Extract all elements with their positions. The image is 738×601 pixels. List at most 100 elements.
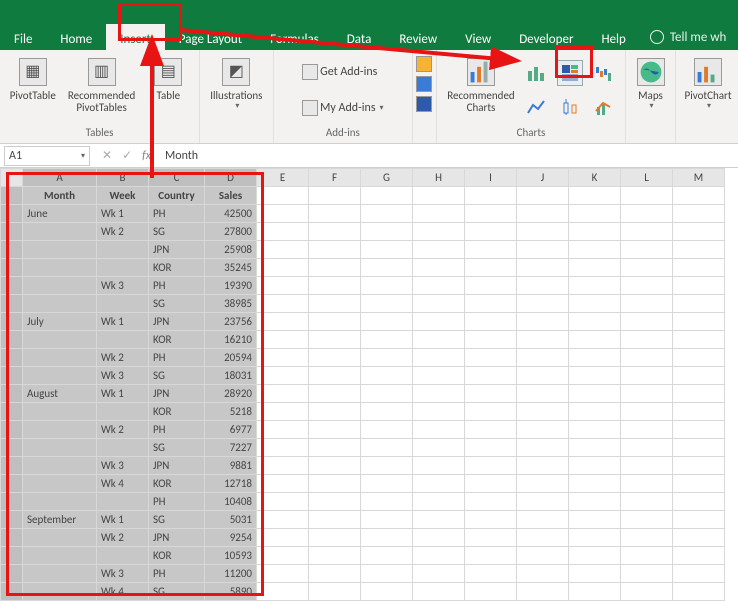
- tab-home[interactable]: Home: [46, 24, 106, 50]
- formula-bar[interactable]: Month: [161, 149, 738, 163]
- cell[interactable]: SG: [149, 223, 205, 241]
- cell[interactable]: [309, 313, 361, 331]
- row-header[interactable]: [1, 331, 23, 349]
- cell[interactable]: [257, 511, 309, 529]
- cell[interactable]: [673, 421, 725, 439]
- cell[interactable]: 5218: [205, 403, 257, 421]
- col-header-I[interactable]: I: [465, 169, 517, 187]
- cell[interactable]: [257, 367, 309, 385]
- cell[interactable]: [465, 241, 517, 259]
- cell[interactable]: [97, 241, 149, 259]
- cell[interactable]: [465, 493, 517, 511]
- cell[interactable]: 18031: [205, 367, 257, 385]
- cell[interactable]: 6977: [205, 421, 257, 439]
- cell[interactable]: PH: [149, 565, 205, 583]
- cell[interactable]: [569, 403, 621, 421]
- cell[interactable]: PH: [149, 277, 205, 295]
- cell[interactable]: [413, 313, 465, 331]
- cell[interactable]: Wk 3: [97, 457, 149, 475]
- line-chart-button[interactable]: [523, 94, 549, 120]
- cell[interactable]: [673, 349, 725, 367]
- cell[interactable]: [97, 493, 149, 511]
- row-header[interactable]: [1, 529, 23, 547]
- cell[interactable]: [413, 547, 465, 565]
- cell[interactable]: [465, 439, 517, 457]
- tab-help[interactable]: Help: [587, 24, 639, 50]
- cell[interactable]: [569, 223, 621, 241]
- cell[interactable]: [621, 529, 673, 547]
- cell[interactable]: KOR: [149, 547, 205, 565]
- cell[interactable]: [621, 511, 673, 529]
- cell[interactable]: [361, 547, 413, 565]
- cell[interactable]: KOR: [149, 403, 205, 421]
- row-header[interactable]: [1, 403, 23, 421]
- cell[interactable]: [621, 367, 673, 385]
- cell[interactable]: 20594: [205, 349, 257, 367]
- cell[interactable]: Country: [149, 187, 205, 205]
- cell[interactable]: [361, 493, 413, 511]
- cell[interactable]: [309, 259, 361, 277]
- cell[interactable]: [361, 187, 413, 205]
- cell[interactable]: Month: [23, 187, 97, 205]
- row-header[interactable]: [1, 223, 23, 241]
- cell[interactable]: [361, 367, 413, 385]
- cell[interactable]: [309, 493, 361, 511]
- cell[interactable]: [361, 295, 413, 313]
- row-header[interactable]: [1, 439, 23, 457]
- cell[interactable]: Wk 3: [97, 277, 149, 295]
- cell[interactable]: [465, 385, 517, 403]
- cell[interactable]: [23, 403, 97, 421]
- cell[interactable]: [569, 313, 621, 331]
- row-header[interactable]: [1, 241, 23, 259]
- cell[interactable]: August: [23, 385, 97, 403]
- cell[interactable]: [621, 259, 673, 277]
- cell[interactable]: [23, 223, 97, 241]
- cell[interactable]: [621, 331, 673, 349]
- cell[interactable]: [517, 439, 569, 457]
- cell[interactable]: [309, 475, 361, 493]
- cell[interactable]: [23, 331, 97, 349]
- pivotchart-button[interactable]: PivotChart ▾: [681, 54, 736, 115]
- cell[interactable]: [23, 565, 97, 583]
- cell[interactable]: [569, 457, 621, 475]
- cell[interactable]: Week: [97, 187, 149, 205]
- recommended-pivottables-button[interactable]: ▥ Recommended PivotTables: [64, 54, 139, 118]
- cell[interactable]: 42500: [205, 205, 257, 223]
- cell[interactable]: SG: [149, 439, 205, 457]
- cell[interactable]: Wk 1: [97, 511, 149, 529]
- cell[interactable]: [413, 439, 465, 457]
- cell[interactable]: [621, 547, 673, 565]
- waterfall-chart-button[interactable]: [591, 60, 617, 86]
- cell[interactable]: 10408: [205, 493, 257, 511]
- cell[interactable]: [413, 421, 465, 439]
- cell[interactable]: 19390: [205, 277, 257, 295]
- cell[interactable]: [517, 511, 569, 529]
- cell[interactable]: [465, 511, 517, 529]
- cell[interactable]: Wk 2: [97, 349, 149, 367]
- col-header-E[interactable]: E: [257, 169, 309, 187]
- cell[interactable]: [673, 385, 725, 403]
- col-header-D[interactable]: D: [205, 169, 257, 187]
- cell[interactable]: [621, 457, 673, 475]
- cell[interactable]: [621, 475, 673, 493]
- cell[interactable]: [621, 403, 673, 421]
- cell[interactable]: [257, 259, 309, 277]
- cell[interactable]: [361, 439, 413, 457]
- cell[interactable]: 9254: [205, 529, 257, 547]
- cell[interactable]: [413, 457, 465, 475]
- cell[interactable]: [257, 493, 309, 511]
- cell[interactable]: [309, 403, 361, 421]
- cell[interactable]: [465, 205, 517, 223]
- cell[interactable]: Wk 2: [97, 529, 149, 547]
- cell[interactable]: [517, 421, 569, 439]
- cell[interactable]: 23756: [205, 313, 257, 331]
- cell[interactable]: [361, 529, 413, 547]
- cell[interactable]: [361, 403, 413, 421]
- cell[interactable]: [465, 313, 517, 331]
- row-header[interactable]: [1, 547, 23, 565]
- cell[interactable]: [309, 385, 361, 403]
- cell[interactable]: [413, 565, 465, 583]
- cell[interactable]: [361, 385, 413, 403]
- cell[interactable]: [309, 205, 361, 223]
- cell[interactable]: [569, 493, 621, 511]
